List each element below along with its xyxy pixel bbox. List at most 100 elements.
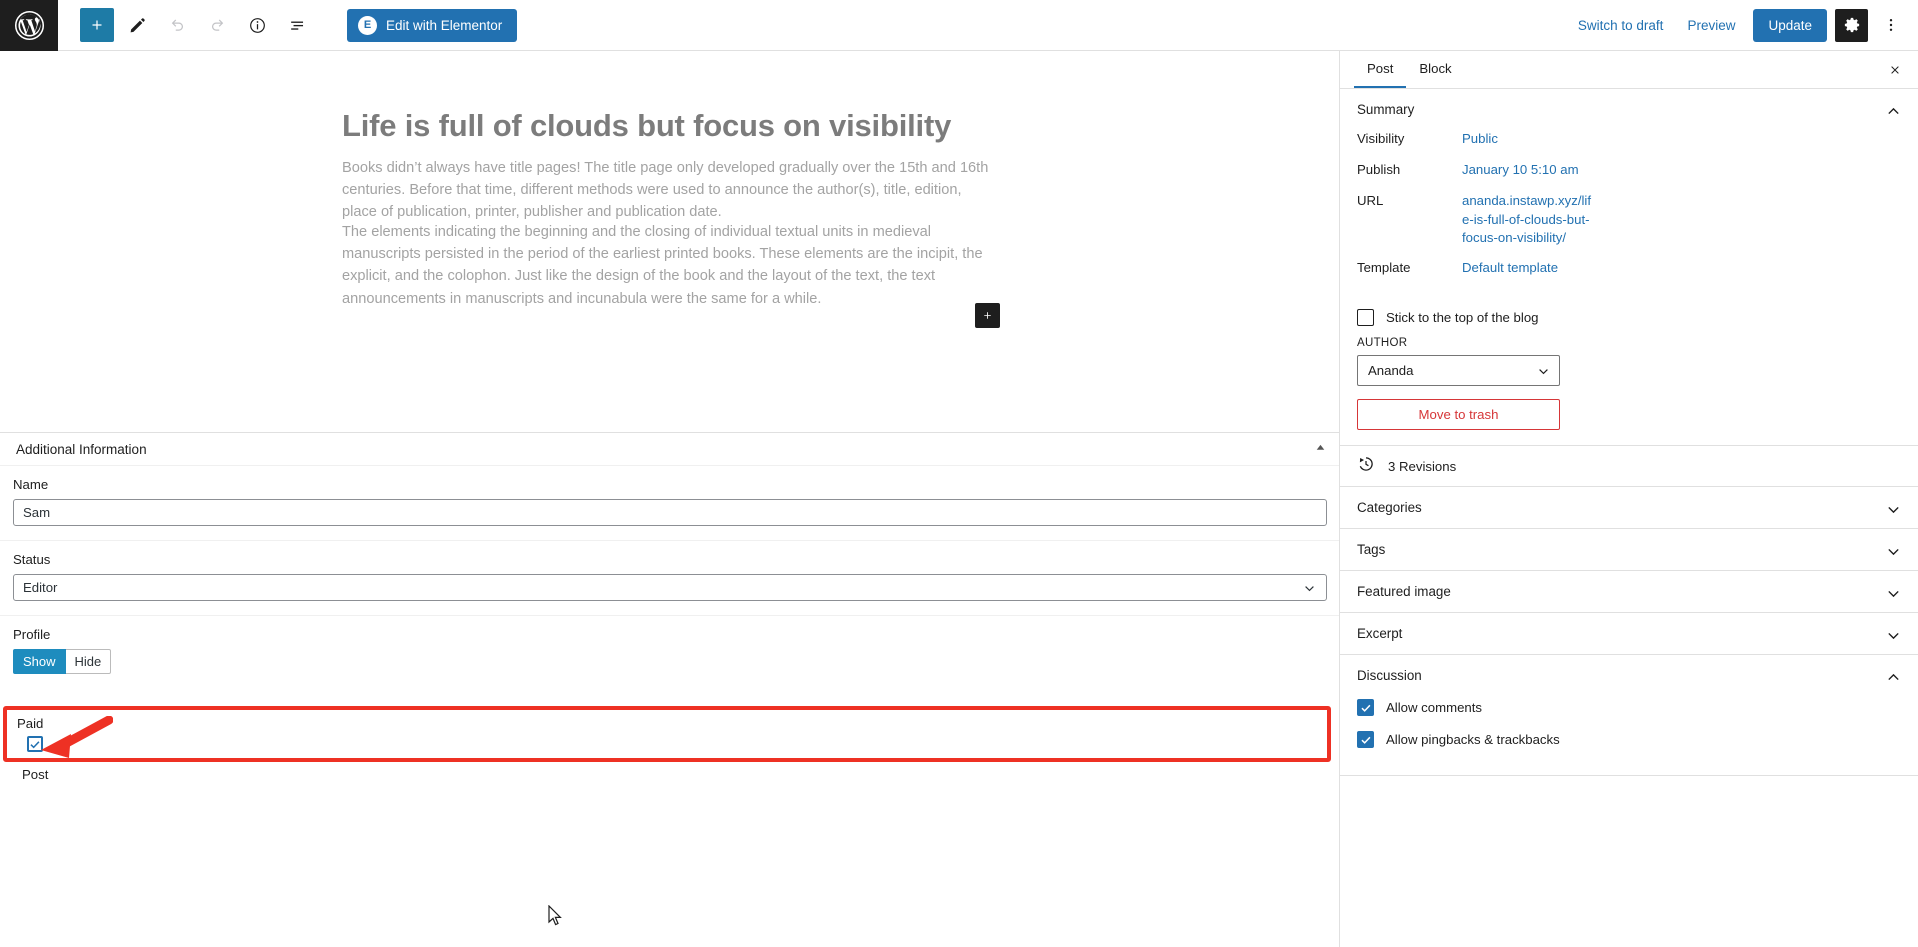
sidebar-section-excerpt: Excerpt (1340, 613, 1918, 656)
name-field-label: Name (13, 477, 49, 492)
metabox-header[interactable]: Additional Information (0, 433, 1339, 465)
chevron-up-icon[interactable] (1886, 670, 1901, 690)
edit-with-elementor-label: Edit with Elementor (386, 17, 503, 33)
update-button[interactable]: Update (1753, 8, 1827, 42)
allow-pingbacks-checkbox[interactable] (1357, 731, 1374, 749)
chevron-down-icon (1537, 365, 1550, 381)
summary-section-header[interactable]: Summary (1340, 89, 1918, 130)
elementor-badge-icon: E (358, 15, 377, 35)
status-select[interactable]: Editor (13, 574, 1327, 601)
allow-comments-checkbox[interactable] (1357, 699, 1374, 717)
author-caption: AUTHOR (1357, 337, 1408, 350)
sidebar-section-summary: Summary Visibility Public Publish Januar… (1340, 89, 1918, 447)
summary-body: Visibility Public Publish January 10 5:1… (1340, 130, 1918, 304)
switch-to-draft-button[interactable]: Switch to draft (1566, 12, 1676, 39)
stick-to-top-label: Stick to the top of the blog (1386, 310, 1539, 326)
tab-post[interactable]: Post (1354, 51, 1407, 88)
sidebar-tabs: Post Block (1340, 51, 1918, 89)
featured-image-section-header[interactable]: Featured image (1340, 571, 1918, 612)
post-settings-sidebar: Post Block Summary Visibility Public Pub… (1340, 51, 1918, 947)
publish-value[interactable]: January 10 5:10 am (1462, 161, 1579, 180)
status-select-value: Editor (23, 580, 58, 595)
sticky-post-row: Stick to the top of the blog (1340, 304, 1918, 328)
discussion-body: Allow comments Allow pingbacks & trackba… (1340, 696, 1918, 775)
profile-hide-button[interactable]: Hide (65, 649, 112, 674)
paid-field-label: Paid (17, 716, 44, 731)
excerpt-label: Excerpt (1357, 626, 1403, 642)
block-inserter-button[interactable] (975, 303, 1000, 328)
paid-checkbox[interactable] (27, 736, 43, 752)
additional-information-metabox: Additional Information Name Sam Status E… (0, 432, 1340, 947)
author-block: AUTHOR Ananda (1340, 337, 1918, 387)
excerpt-section-header[interactable]: Excerpt (1340, 613, 1918, 654)
name-field-row: Name Sam (0, 465, 1339, 540)
top-bar-actions: Switch to draft Preview Update (1566, 8, 1918, 42)
settings-gear-button[interactable] (1835, 8, 1868, 42)
redo-button[interactable] (200, 8, 234, 42)
sidebar-section-tags: Tags (1340, 529, 1918, 572)
close-icon[interactable] (1884, 59, 1906, 81)
chevron-down-icon[interactable] (1886, 586, 1901, 606)
status-field-label: Status (13, 552, 51, 567)
kebab-menu-icon[interactable] (1874, 9, 1907, 42)
tags-label: Tags (1357, 542, 1386, 558)
profile-field-row: Profile Show Hide (0, 615, 1339, 688)
template-value[interactable]: Default template (1462, 259, 1558, 278)
discussion-section-header[interactable]: Discussion (1340, 655, 1918, 696)
profile-toggle-group: Show Hide (13, 649, 1326, 674)
post-title[interactable]: Life is full of clouds but focus on visi… (342, 107, 994, 146)
sidebar-section-featured-image: Featured image (1340, 571, 1918, 614)
summary-title: Summary (1357, 102, 1415, 117)
editor-canvas: Life is full of clouds but focus on visi… (0, 51, 1340, 432)
chevron-up-icon[interactable] (1886, 104, 1901, 124)
wordpress-logo-icon[interactable] (0, 0, 58, 51)
tools-pencil-button[interactable] (120, 8, 154, 42)
post-paragraph-2[interactable]: The elements indicating the beginning an… (342, 221, 994, 310)
discussion-label: Discussion (1357, 668, 1422, 684)
metabox-title: Additional Information (16, 441, 147, 457)
checkmark-icon (1360, 704, 1370, 712)
template-label: Template (1357, 260, 1411, 276)
editor-top-bar: E Edit with Elementor Switch to draft Pr… (0, 0, 1918, 51)
profile-show-button[interactable]: Show (13, 649, 66, 674)
url-value[interactable]: ananda.instawp.xyz/life-is-full-of-cloud… (1462, 192, 1592, 248)
chevron-down-icon (1303, 582, 1316, 598)
chevron-down-icon[interactable] (1886, 544, 1901, 564)
caret-up-icon[interactable] (1316, 444, 1325, 453)
allow-pingbacks-label: Allow pingbacks & trackbacks (1386, 732, 1560, 748)
edit-with-elementor-button[interactable]: E Edit with Elementor (347, 8, 518, 42)
profile-field-label: Profile (13, 627, 51, 642)
visibility-value[interactable]: Public (1462, 130, 1498, 149)
chevron-down-icon[interactable] (1886, 628, 1901, 648)
summary-row-template: Template Default template (1357, 259, 1901, 279)
stick-to-top-checkbox[interactable] (1357, 309, 1374, 327)
tab-block[interactable]: Block (1406, 51, 1464, 88)
sidebar-section-discussion: Discussion Allow comments Allow pingback… (1340, 655, 1918, 777)
chevron-down-icon[interactable] (1886, 502, 1901, 522)
author-select[interactable]: Ananda (1357, 355, 1560, 387)
allow-pingbacks-row: Allow pingbacks & trackbacks (1357, 731, 1901, 749)
summary-row-url: URL ananda.instawp.xyz/life-is-full-of-c… (1357, 192, 1901, 248)
info-circle-icon[interactable] (240, 8, 274, 42)
sidebar-section-categories: Categories (1340, 487, 1918, 530)
list-view-icon[interactable] (280, 8, 314, 42)
preview-button[interactable]: Preview (1675, 12, 1747, 39)
allow-comments-label: Allow comments (1386, 700, 1483, 716)
status-field-row: Status Editor (0, 540, 1339, 615)
revisions-label: 3 Revisions (1388, 458, 1457, 474)
post-paragraph-1[interactable]: Books didn’t always have title pages! Th… (342, 157, 994, 224)
undo-button[interactable] (160, 8, 194, 42)
editor-tools-group (80, 8, 314, 42)
publish-label: Publish (1357, 162, 1401, 177)
summary-row-publish: Publish January 10 5:10 am (1357, 161, 1901, 181)
revisions-row[interactable]: 3 Revisions (1340, 446, 1918, 488)
move-to-trash-button[interactable]: Move to trash (1357, 399, 1560, 431)
categories-section-header[interactable]: Categories (1340, 487, 1918, 528)
name-input[interactable]: Sam (13, 499, 1327, 526)
add-block-button[interactable] (80, 8, 114, 42)
summary-row-visibility: Visibility Public (1357, 130, 1901, 150)
author-select-value: Ananda (1368, 363, 1414, 379)
featured-image-label: Featured image (1357, 584, 1451, 600)
tags-section-header[interactable]: Tags (1340, 529, 1918, 570)
visibility-label: Visibility (1357, 131, 1405, 146)
